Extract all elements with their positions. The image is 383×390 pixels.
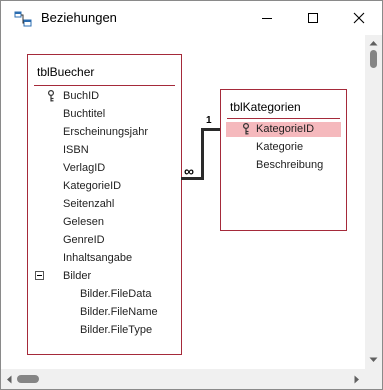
field-kategorieid[interactable]: KategorieID: [63, 180, 121, 192]
close-icon: [353, 12, 365, 24]
scroll-up-icon[interactable]: [369, 40, 378, 46]
field-beschreibung[interactable]: Beschreibung: [256, 159, 323, 171]
connector-segment: [201, 128, 220, 131]
table-title-tblbuecher[interactable]: tblBuecher: [37, 65, 94, 79]
minimize-icon: [262, 18, 272, 19]
field-genreid[interactable]: GenreID: [63, 234, 105, 246]
scrollbar-corner: [365, 369, 382, 389]
minimize-button[interactable]: [244, 1, 290, 35]
field-kategorieid[interactable]: KategorieID: [256, 123, 314, 135]
title-bar[interactable]: Beziehungen: [1, 1, 382, 35]
vertical-scroll-thumb[interactable]: [370, 50, 377, 68]
table-tblkategorien[interactable]: tblKategorien KategorieID Kategorie Besc…: [220, 89, 347, 231]
field-inhaltsangabe[interactable]: Inhaltsangabe: [63, 252, 132, 264]
horizontal-scrollbar[interactable]: [1, 369, 365, 389]
table-title-tblkategorien[interactable]: tblKategorien: [230, 100, 301, 114]
field-verlagid[interactable]: VerlagID: [63, 162, 105, 174]
horizontal-scroll-thumb[interactable]: [17, 375, 39, 383]
field-kategorie[interactable]: Kategorie: [256, 141, 303, 153]
field-bilder-filename[interactable]: Bilder.FileName: [80, 306, 158, 318]
relationship-many-label: ∞: [184, 163, 194, 179]
field-buchid[interactable]: BuchID: [63, 90, 99, 102]
field-seitenzahl[interactable]: Seitenzahl: [63, 198, 114, 210]
field-gelesen[interactable]: Gelesen: [63, 216, 104, 228]
relationships-canvas[interactable]: tblBuecher BuchID Buchtitel Erscheinungs…: [1, 35, 365, 369]
relationship-one-label: 1: [206, 115, 212, 126]
primary-key-icon: [48, 90, 54, 102]
scroll-right-icon[interactable]: [354, 375, 360, 384]
primary-key-icon: [243, 123, 249, 135]
field-bilder-filetype[interactable]: Bilder.FileType: [80, 324, 152, 336]
table-header-divider: [227, 118, 340, 119]
scroll-down-icon[interactable]: [369, 357, 378, 363]
maximize-icon: [308, 13, 318, 23]
field-buchtitel[interactable]: Buchtitel: [63, 108, 105, 120]
scroll-left-icon[interactable]: [6, 375, 12, 384]
vertical-scrollbar[interactable]: [365, 35, 382, 369]
relationships-icon: [14, 11, 32, 27]
field-isbn[interactable]: ISBN: [63, 144, 89, 156]
maximize-button[interactable]: [290, 1, 336, 35]
window-title: Beziehungen: [41, 10, 117, 25]
field-erscheinungsjahr[interactable]: Erscheinungsjahr: [63, 126, 148, 138]
field-bilder[interactable]: Bilder: [63, 270, 91, 282]
field-bilder-filedata[interactable]: Bilder.FileData: [80, 288, 152, 300]
connector-segment: [201, 128, 204, 180]
relationships-window: Beziehungen tblBuecher BuchID Buchtitel …: [0, 0, 383, 390]
table-header-divider: [34, 85, 175, 86]
collapse-icon[interactable]: [35, 271, 44, 280]
close-button[interactable]: [336, 1, 382, 35]
table-tblbuecher[interactable]: tblBuecher BuchID Buchtitel Erscheinungs…: [27, 54, 182, 355]
